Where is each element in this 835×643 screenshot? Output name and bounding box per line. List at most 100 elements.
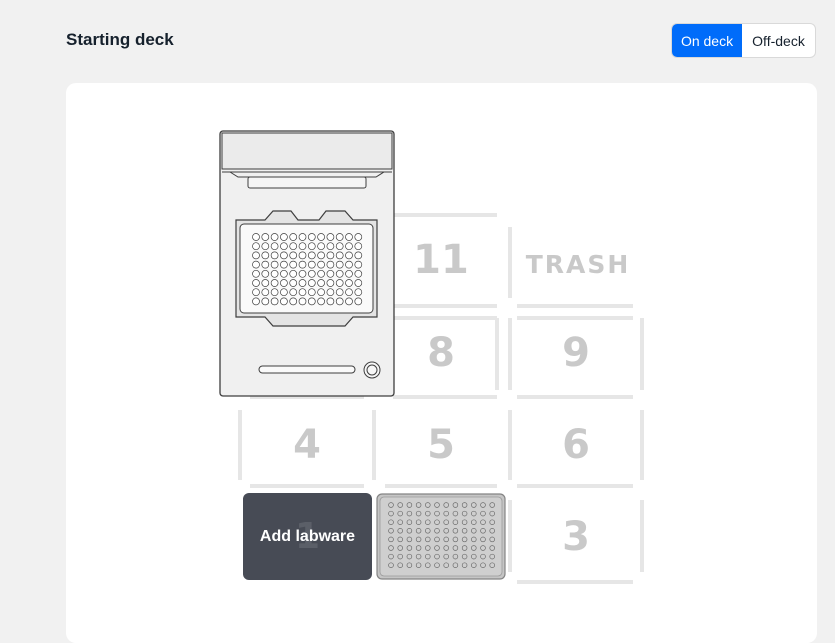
- slot-8-label: 8: [427, 330, 455, 376]
- well: [280, 288, 288, 297]
- well: [307, 297, 316, 306]
- well: [307, 242, 316, 251]
- well: [345, 288, 353, 297]
- well: [317, 233, 325, 241]
- well: [261, 242, 270, 251]
- slot-3-label: 3: [562, 514, 590, 560]
- well: [280, 233, 288, 241]
- well: [252, 288, 260, 297]
- well: [354, 251, 363, 260]
- well: [298, 242, 307, 251]
- well: [298, 279, 307, 287]
- well: [280, 279, 288, 287]
- well: [280, 260, 288, 269]
- well: [261, 251, 270, 260]
- well: [335, 233, 344, 241]
- add-labware-label: Add labware: [259, 527, 356, 545]
- well: [326, 251, 335, 260]
- well: [298, 260, 307, 269]
- well: [317, 297, 325, 306]
- well: [252, 233, 260, 241]
- well: [289, 279, 298, 287]
- deck-map: 11 TRASH 8 9 4 5 6 3: [219, 130, 644, 584]
- well: [270, 260, 279, 269]
- well: [335, 288, 344, 297]
- thermocycler-module-icon[interactable]: [219, 130, 395, 397]
- well: [270, 297, 279, 306]
- well: [298, 251, 307, 260]
- well: [345, 251, 353, 260]
- well: [289, 297, 298, 306]
- well: [252, 269, 260, 278]
- well: [335, 279, 344, 287]
- well: [326, 242, 335, 251]
- well: [326, 279, 335, 287]
- slot-9-label: 9: [562, 330, 590, 376]
- well: [354, 269, 363, 278]
- well: [280, 251, 288, 260]
- well: [317, 288, 325, 297]
- well: [252, 279, 260, 287]
- well: [354, 297, 363, 306]
- well: [298, 233, 307, 241]
- well: [298, 269, 307, 278]
- well: [354, 260, 363, 269]
- slot-6-label: 6: [562, 422, 590, 468]
- well: [345, 242, 353, 251]
- well: [289, 288, 298, 297]
- well: [261, 233, 270, 241]
- well: [270, 288, 279, 297]
- well: [326, 288, 335, 297]
- well: [252, 260, 260, 269]
- well: [335, 297, 344, 306]
- well: [317, 251, 325, 260]
- well: [307, 260, 316, 269]
- well: [261, 297, 270, 306]
- well: [345, 279, 353, 287]
- well: [270, 279, 279, 287]
- well: [354, 279, 363, 287]
- well: [252, 242, 260, 251]
- well: [345, 260, 353, 269]
- well: [289, 251, 298, 260]
- well: [354, 288, 363, 297]
- well: [335, 260, 344, 269]
- well: [326, 233, 335, 241]
- well-plate-96-icon[interactable]: [376, 493, 506, 580]
- well: [270, 242, 279, 251]
- well: [345, 233, 353, 241]
- slot-4-label: 4: [293, 422, 321, 468]
- well: [335, 242, 344, 251]
- well: [307, 269, 316, 278]
- well: [326, 269, 335, 278]
- well: [326, 260, 335, 269]
- well: [345, 297, 353, 306]
- slot-5-label: 5: [427, 422, 455, 468]
- well: [317, 279, 325, 287]
- well: [345, 269, 353, 278]
- well: [326, 297, 335, 306]
- well: [289, 269, 298, 278]
- well: [317, 260, 325, 269]
- well: [261, 288, 270, 297]
- well: [335, 269, 344, 278]
- well: [317, 242, 325, 251]
- add-labware-button[interactable]: 1 Add labware: [243, 493, 372, 580]
- well: [280, 242, 288, 251]
- slot-11-label: 11: [413, 237, 469, 283]
- well: [261, 269, 270, 278]
- well: [335, 251, 344, 260]
- well: [307, 279, 316, 287]
- well: [289, 233, 298, 241]
- well: [270, 251, 279, 260]
- well: [354, 233, 363, 241]
- well: [298, 288, 307, 297]
- well: [307, 233, 316, 241]
- well: [270, 269, 279, 278]
- well: [317, 269, 325, 278]
- well: [280, 297, 288, 306]
- well: [289, 260, 298, 269]
- well: [354, 242, 363, 251]
- well: [307, 251, 316, 260]
- well: [298, 297, 307, 306]
